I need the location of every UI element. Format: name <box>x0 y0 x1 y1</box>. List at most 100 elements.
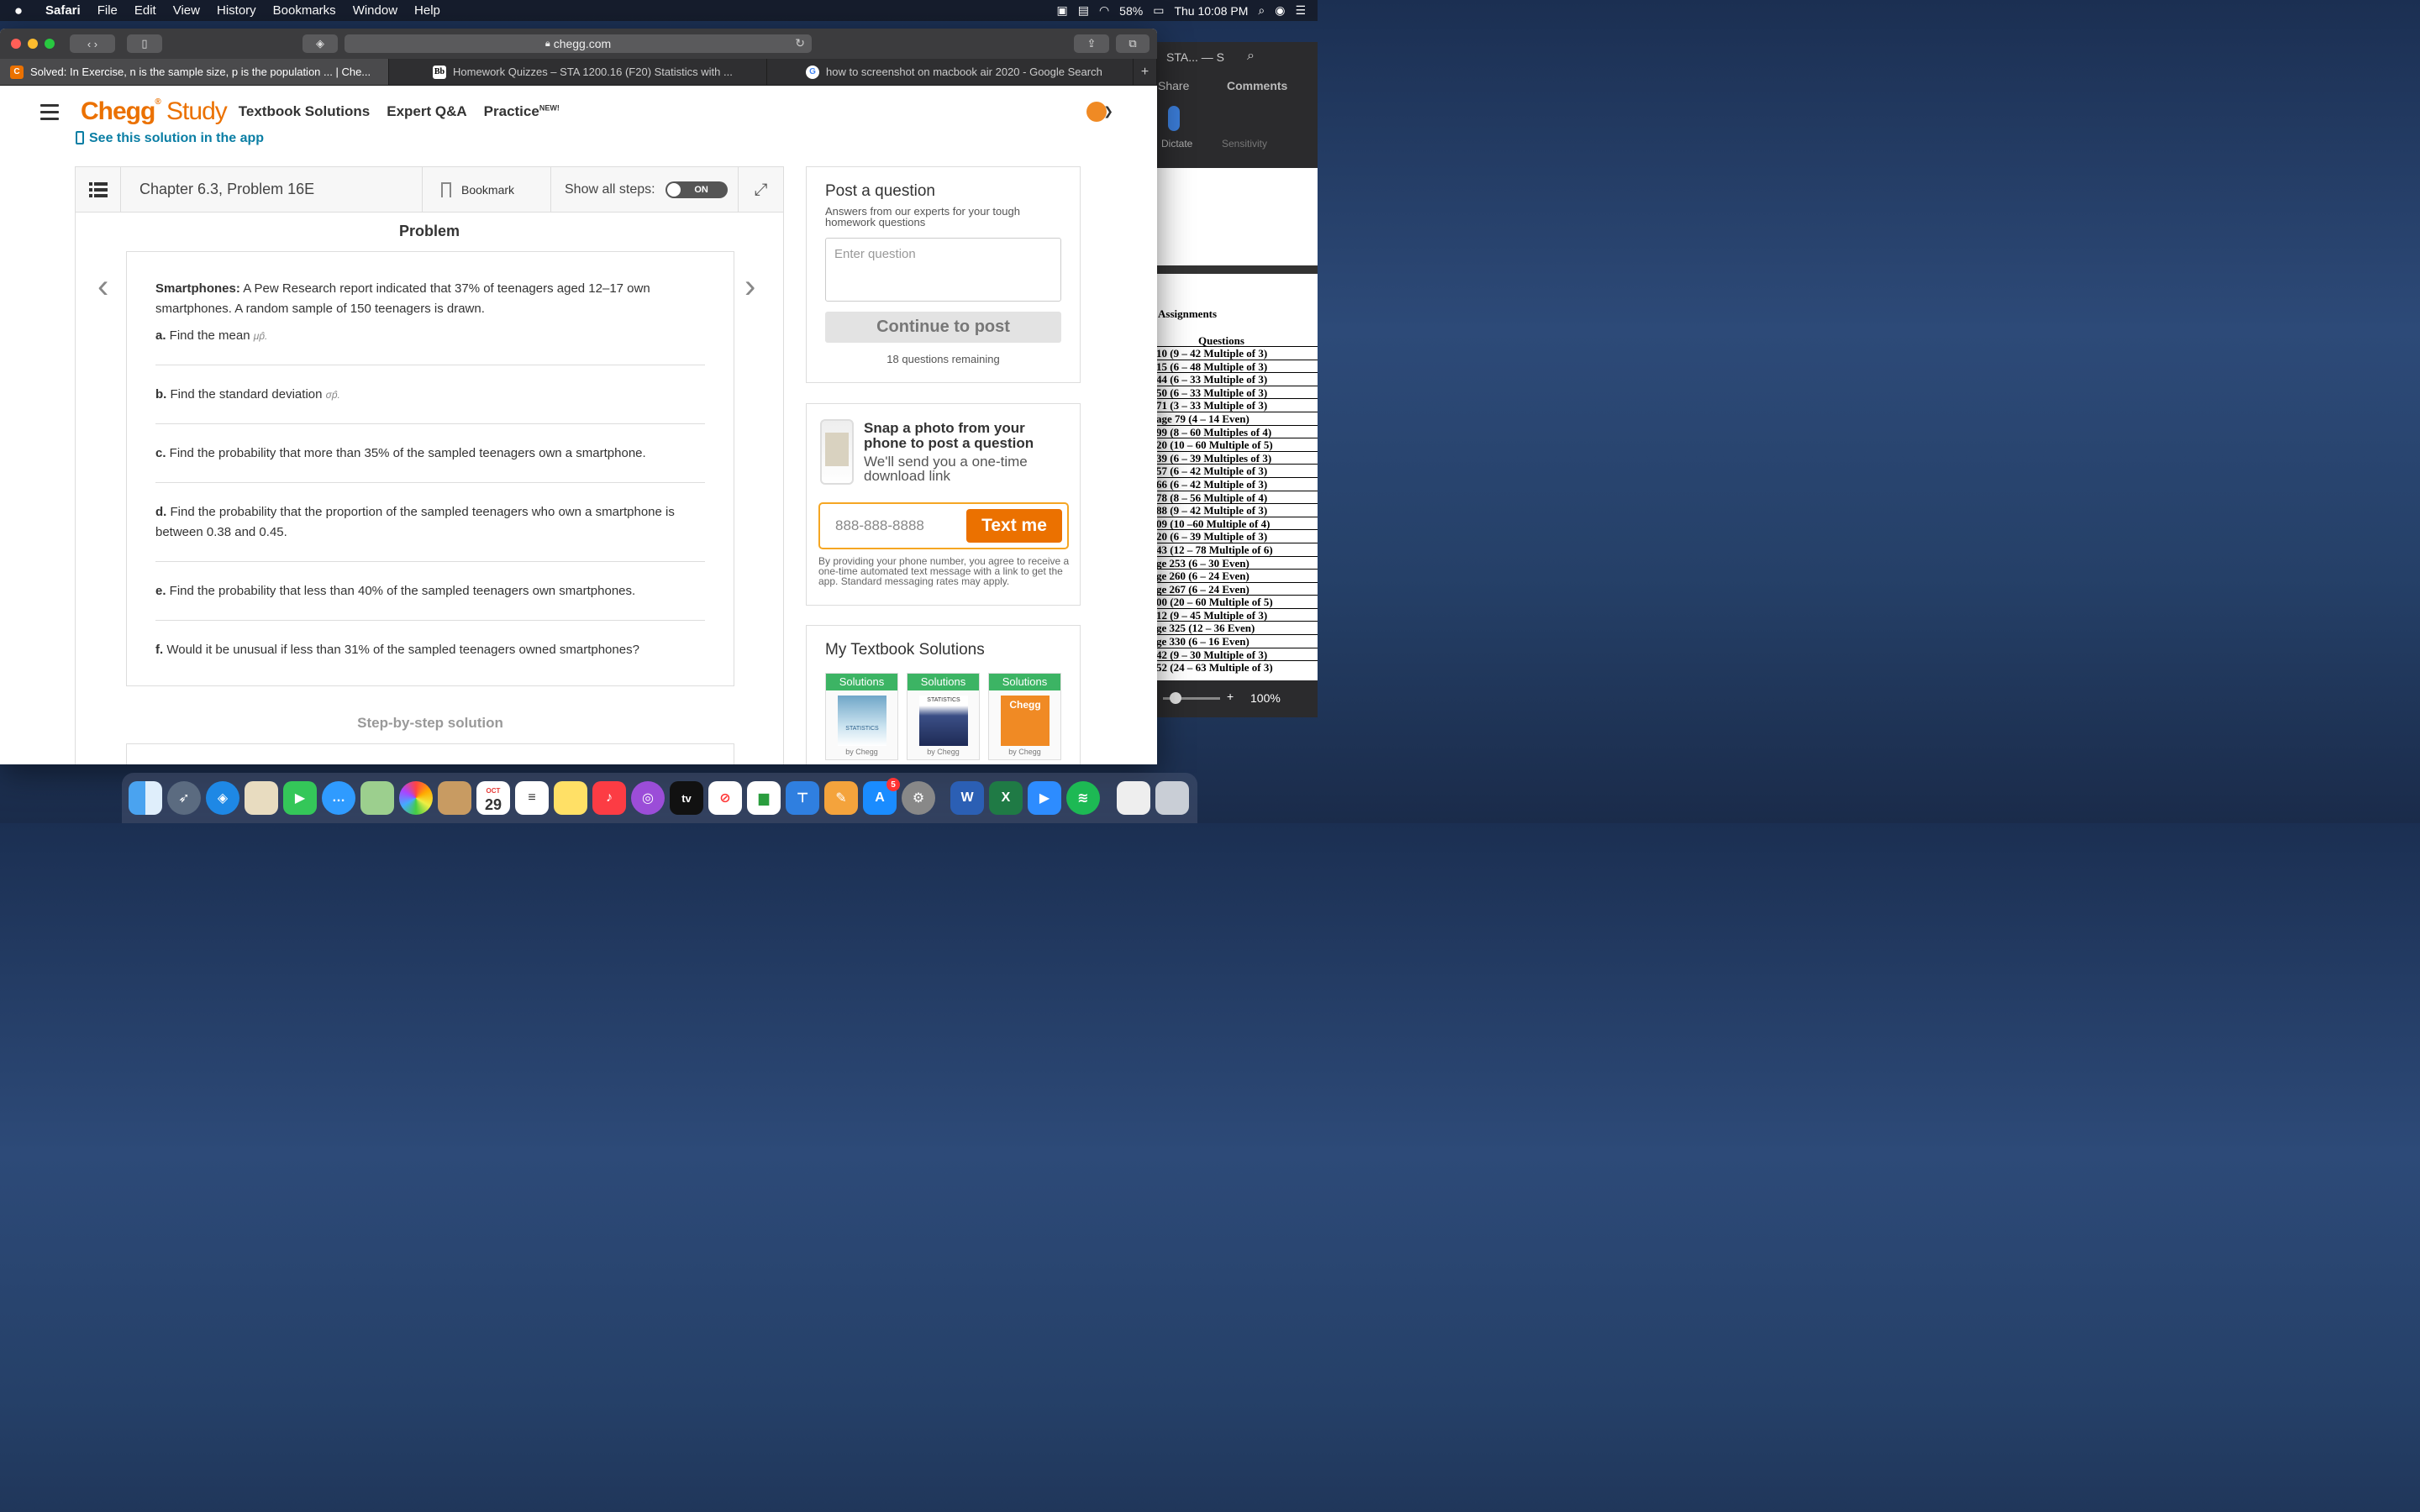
zoom-icon[interactable]: ▶ <box>1028 781 1061 815</box>
photos-icon[interactable] <box>399 781 433 815</box>
clock[interactable]: Thu 10:08 PM <box>1174 4 1248 18</box>
sidebar-toggle-icon[interactable]: ▯ <box>127 34 162 53</box>
comments-button[interactable]: Comments <box>1227 79 1287 92</box>
system-preferences-icon[interactable]: ⚙ <box>902 781 935 815</box>
expand-icon[interactable]: ⤢ <box>738 167 783 213</box>
show-steps-toggle[interactable]: ON <box>665 181 728 198</box>
safari-toolbar: ‹ › ▯ ◈ 🔒︎ chegg.com ↻ ⇪ ⧉ <box>0 29 1157 59</box>
menu-history[interactable]: History <box>208 3 265 18</box>
spotlight-icon[interactable]: ⌕ <box>1258 3 1265 18</box>
menu-window[interactable]: Window <box>345 3 406 18</box>
podcasts-icon[interactable]: ◎ <box>631 781 665 815</box>
sms-disclaimer: By providing your phone number, you agre… <box>818 555 1070 587</box>
tab-blackboard[interactable]: Bb Homework Quizzes – STA 1200.16 (F20) … <box>389 59 767 85</box>
tab-overview-icon[interactable]: ⧉ <box>1116 34 1150 53</box>
wifi-icon[interactable]: ◠ <box>1099 3 1109 18</box>
calendar-icon[interactable]: OCT 29 <box>476 781 510 815</box>
launchpad-icon[interactable]: ➶ <box>167 781 201 815</box>
continue-to-post-button[interactable]: Continue to post <box>825 312 1061 343</box>
menu-safari[interactable]: Safari <box>37 3 89 18</box>
reminders-icon[interactable]: ≡ <box>515 781 549 815</box>
spotify-icon[interactable]: ≋ <box>1066 781 1100 815</box>
flag-icon[interactable]: ▤ <box>1078 3 1089 18</box>
chegg-study-logo[interactable]: Chegg® Study <box>81 97 228 126</box>
google-favicon-icon: G <box>806 65 819 79</box>
bookmark-button[interactable]: Bookmark <box>422 167 551 213</box>
apple-menu-icon[interactable]: ● <box>0 3 37 19</box>
textbook-card[interactable]: Solutions STATISTICS by Chegg <box>907 673 980 760</box>
excel-icon[interactable]: X <box>989 781 1023 815</box>
documents-stack-icon[interactable] <box>1117 781 1150 815</box>
menu-view[interactable]: View <box>165 3 208 18</box>
nav-textbook-solutions[interactable]: Textbook Solutions <box>239 103 370 120</box>
hamburger-menu-icon[interactable] <box>40 103 59 120</box>
text-me-button[interactable]: Text me <box>966 509 1062 543</box>
facetime-icon[interactable]: ▶ <box>283 781 317 815</box>
share-button[interactable]: Share <box>1158 79 1189 92</box>
privacy-shield-icon[interactable]: ◈ <box>302 34 338 53</box>
control-center-icon[interactable]: ☰ <box>1295 3 1306 18</box>
notes-icon[interactable] <box>554 781 587 815</box>
snap-title: Snap a photo from your phone to post a q… <box>864 420 1034 451</box>
keynote-icon[interactable]: ⊤ <box>786 781 819 815</box>
chevron-down-icon[interactable]: ❯ <box>1103 104 1113 118</box>
address-bar[interactable]: 🔒︎ chegg.com ↻ <box>345 34 812 53</box>
zoom-level[interactable]: 100% <box>1250 691 1281 705</box>
tab-label: Solved: In Exercise, n is the sample siz… <box>30 66 371 78</box>
tab-chegg[interactable]: C Solved: In Exercise, n is the sample s… <box>0 59 389 85</box>
screen-record-icon[interactable]: ▣ <box>1056 3 1067 18</box>
doc-table-row: 10 (9 – 42 Multiple of 3) <box>1156 346 1318 360</box>
reload-icon[interactable]: ↻ <box>795 36 805 50</box>
trash-icon[interactable] <box>1155 781 1189 815</box>
chapter-list-icon[interactable] <box>76 166 121 213</box>
close-button[interactable] <box>11 39 21 49</box>
mail-bird-icon[interactable] <box>245 781 278 815</box>
menu-bookmarks[interactable]: Bookmarks <box>265 3 345 18</box>
pages-icon[interactable]: ✎ <box>824 781 858 815</box>
search-icon[interactable]: ⌕ <box>1247 49 1255 64</box>
tab-google[interactable]: G how to screenshot on macbook air 2020 … <box>767 59 1134 85</box>
textbook-card[interactable]: Solutions STATISTICS by Chegg <box>825 673 898 760</box>
battery-icon[interactable]: ▭ <box>1153 3 1164 18</box>
app-store-icon[interactable]: A5 <box>863 778 900 815</box>
battery-percent[interactable]: 58% <box>1119 4 1143 18</box>
numbers-icon[interactable]: ▆ <box>747 781 781 815</box>
next-arrow-icon[interactable]: › <box>744 268 755 306</box>
maps-icon[interactable] <box>360 781 394 815</box>
back-forward-buttons[interactable]: ‹ › <box>70 34 115 53</box>
menu-file[interactable]: File <box>89 3 126 18</box>
prev-arrow-icon[interactable]: ‹ <box>97 268 108 306</box>
phone-number-field[interactable]: 888-888-8888 Text me <box>818 502 1069 549</box>
mic-icon[interactable] <box>1168 106 1180 131</box>
part-d: d. Find the probability that the proport… <box>155 505 675 539</box>
nav-practice[interactable]: PracticeNEW! <box>484 103 560 120</box>
doc-table-row: 71 (3 – 33 Multiple of 3) <box>1156 398 1318 412</box>
messages-icon[interactable]: … <box>322 781 355 815</box>
doc-divider <box>1156 265 1318 274</box>
menu-edit[interactable]: Edit <box>126 3 165 18</box>
textbook-card[interactable]: Solutions Chegg by Chegg <box>988 673 1061 760</box>
nav-expert-qa[interactable]: Expert Q&A <box>387 103 466 120</box>
zoom-slider-thumb[interactable] <box>1170 692 1181 704</box>
share-icon[interactable]: ⇪ <box>1074 34 1109 53</box>
menu-help[interactable]: Help <box>406 3 449 18</box>
music-icon[interactable]: ♪ <box>592 781 626 815</box>
safari-icon[interactable]: ◈ <box>206 781 239 815</box>
apple-tv-icon[interactable]: tv <box>670 781 703 815</box>
news-icon[interactable]: ⊘ <box>708 781 742 815</box>
minimize-button[interactable] <box>28 39 38 49</box>
question-input[interactable]: Enter question <box>825 238 1061 302</box>
snap-photo-panel: Snap a photo from your phone to post a q… <box>806 403 1081 606</box>
siri-icon[interactable]: ◉ <box>1275 3 1285 18</box>
phone-input[interactable]: 888-888-8888 <box>835 517 924 534</box>
contacts-icon[interactable] <box>438 781 471 815</box>
see-solution-in-app-link[interactable]: See this solution in the app <box>76 131 264 146</box>
word-icon[interactable]: W <box>950 781 984 815</box>
new-tab-button[interactable]: + <box>1134 59 1157 85</box>
zoom-in-icon[interactable]: + <box>1227 690 1234 703</box>
finder-icon[interactable] <box>129 781 162 815</box>
word-title: STA... — S <box>1166 50 1224 64</box>
url-text: chegg.com <box>553 37 612 50</box>
zoom-button[interactable] <box>45 39 55 49</box>
part-b: b. Find the standard deviation σp̂. <box>155 387 340 402</box>
